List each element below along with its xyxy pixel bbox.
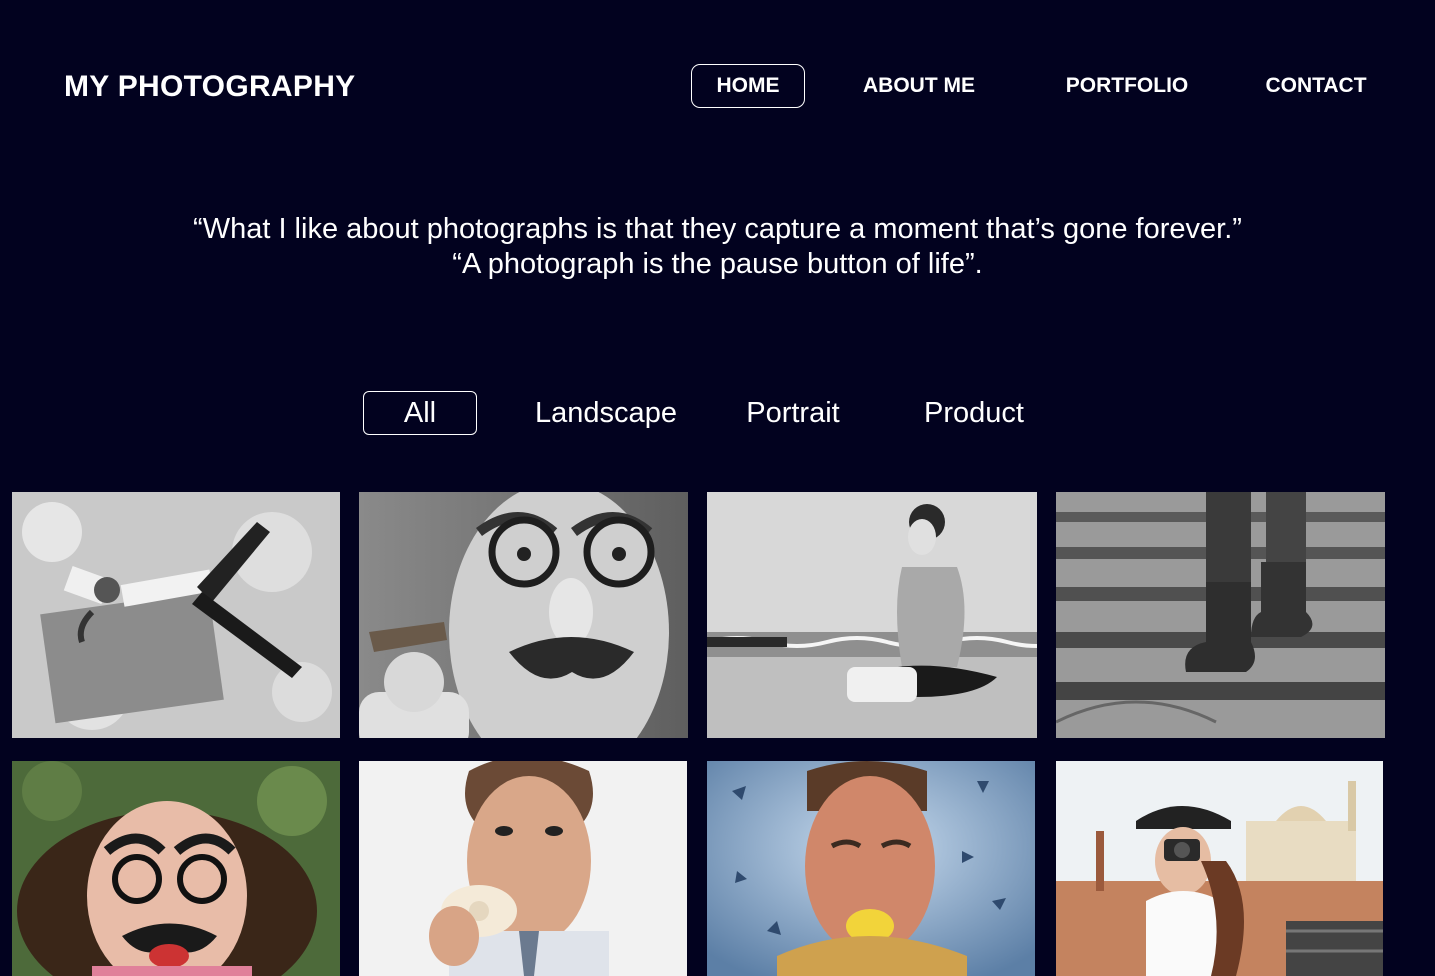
nav-portfolio[interactable]: PORTFOLIO [1047,64,1207,108]
filter-all[interactable]: All [363,391,477,435]
photo-man-eating-donut [359,761,687,976]
photo-man-groucho-glasses [359,492,688,738]
gallery-photo-1[interactable] [12,492,340,738]
gallery-photo-4[interactable] [1056,492,1385,738]
gallery-photo-6[interactable] [359,761,687,976]
nav-about-me[interactable]: ABOUT ME [845,64,993,108]
gallery-photo-2[interactable] [359,492,688,738]
photo-woman-on-feathers [12,492,340,738]
filter-landscape[interactable]: Landscape [512,391,700,435]
portfolio-filters: All Landscape Portrait Product [0,391,1435,435]
gallery-photo-3[interactable] [707,492,1037,738]
quote-line-2: “A photograph is the pause button of lif… [452,248,983,280]
hero-quote: “What I like about photographs is that t… [0,212,1435,282]
gallery-photo-8[interactable] [1056,761,1383,976]
photo-woman-in-grass [12,761,340,976]
filter-portrait[interactable]: Portrait [722,391,864,435]
main-nav: HOME ABOUT ME PORTFOLIO CONTACT [0,64,1435,108]
nav-contact[interactable]: CONTACT [1250,64,1382,108]
nav-home[interactable]: HOME [691,64,805,108]
gallery-photo-5[interactable] [12,761,340,976]
photo-man-with-lemon [707,761,1035,976]
page: MY PHOTOGRAPHY HOME ABOUT ME PORTFOLIO C… [0,0,1435,976]
photo-woman-with-camera [1056,761,1383,976]
quote-line-1: “What I like about photographs is that t… [193,213,1242,245]
photo-woman-on-beach [707,492,1037,738]
photo-boots-on-railway [1056,492,1385,738]
gallery-photo-7[interactable] [707,761,1035,976]
filter-product[interactable]: Product [898,391,1050,435]
